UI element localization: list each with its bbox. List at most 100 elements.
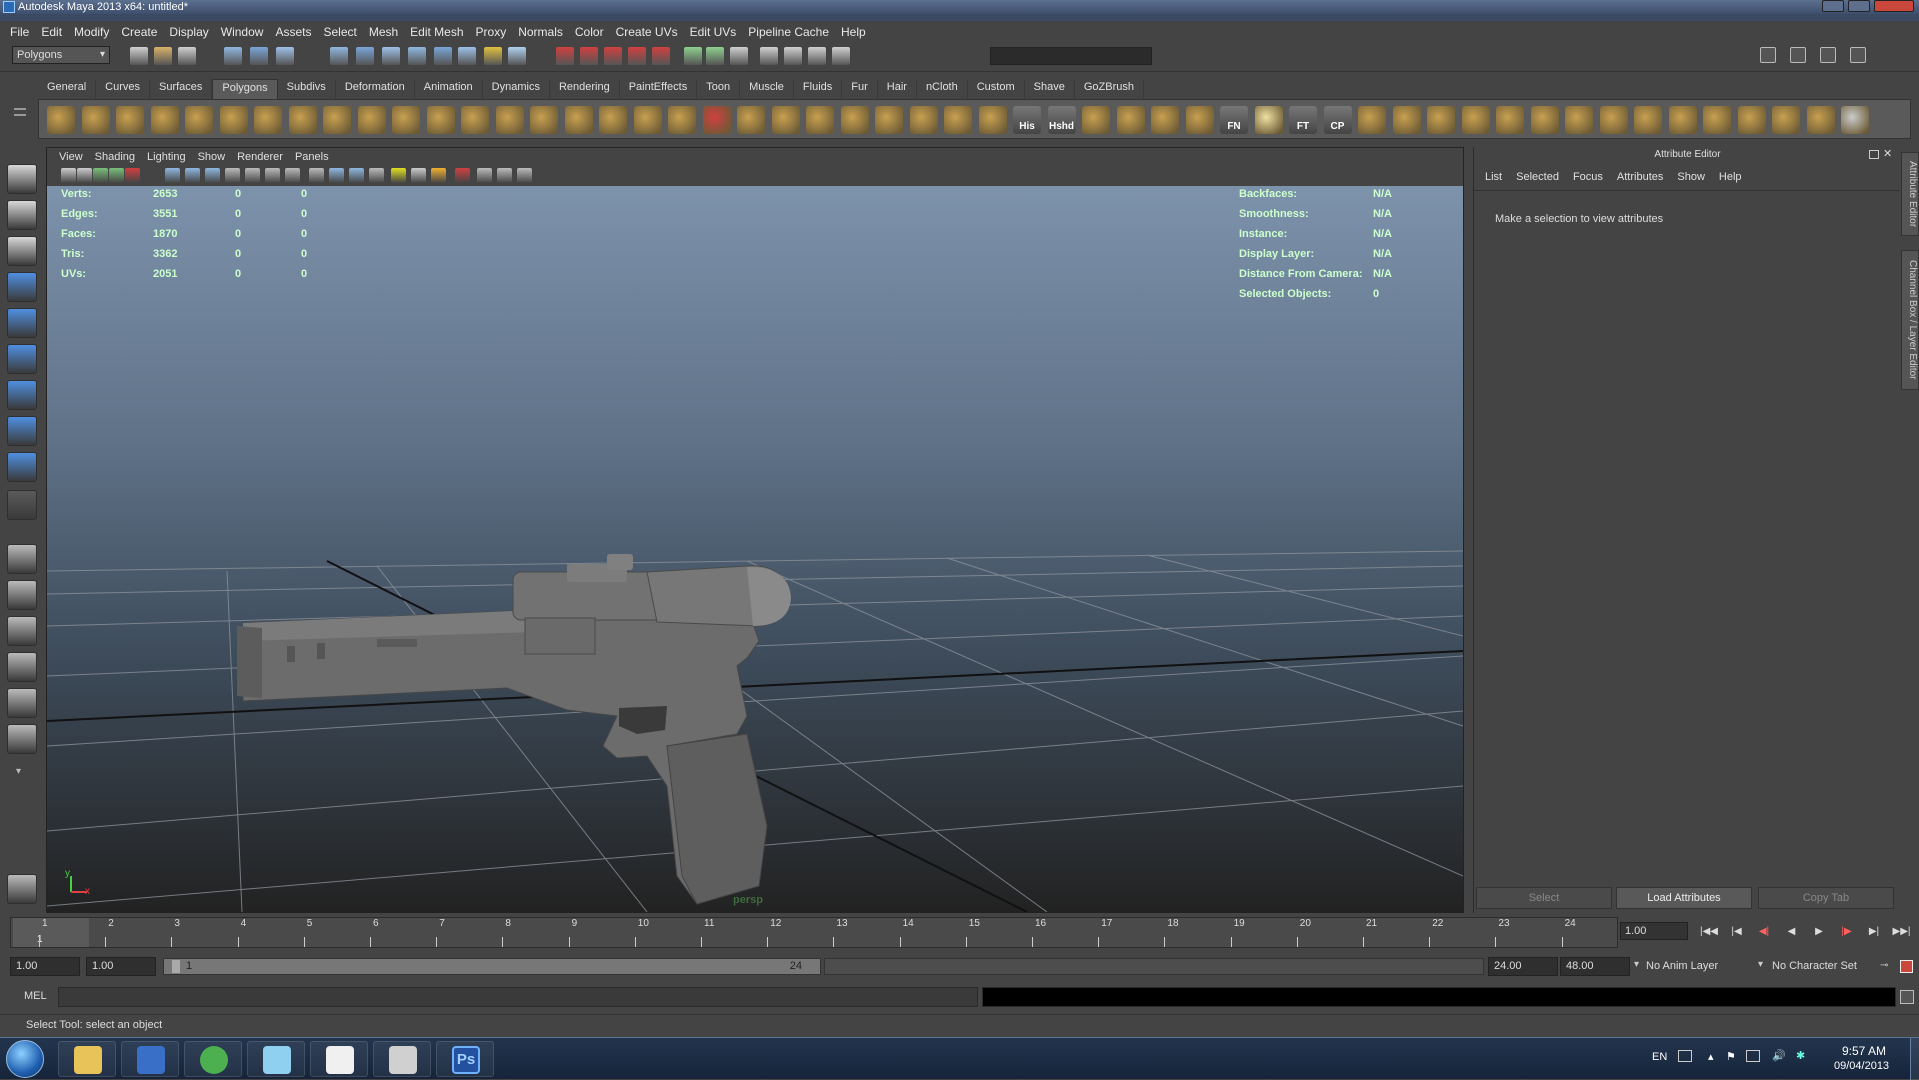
attribute-menu-list[interactable]: List (1478, 171, 1509, 183)
panel-toggle-icon[interactable] (1820, 47, 1836, 63)
viewport-toolbar-icon[interactable] (225, 168, 240, 183)
shelf-tool-icon[interactable] (288, 106, 317, 134)
status-toolbar-icon[interactable] (178, 47, 196, 65)
current-time-marker[interactable]: 1 (13, 918, 89, 947)
time-slider[interactable]: 1 12345678910111213141516171819202122232… (10, 917, 1618, 948)
attribute-menu-attributes[interactable]: Attributes (1610, 171, 1670, 183)
menu-assets[interactable]: Assets (269, 25, 317, 39)
attribute-menu-show[interactable]: Show (1670, 171, 1712, 183)
shelf-tool-icon[interactable] (1496, 106, 1524, 134)
shelf-tab-fur[interactable]: Fur (842, 79, 878, 99)
shelf-tab-hair[interactable]: Hair (878, 79, 917, 99)
menu-edit[interactable]: Edit (35, 25, 68, 39)
status-toolbar-icon[interactable] (330, 47, 348, 65)
shelf-menu-handle[interactable] (8, 78, 30, 138)
shelf-tool-icon[interactable] (47, 106, 75, 134)
menu-select[interactable]: Select (317, 25, 362, 39)
shelf-tab-dynamics[interactable]: Dynamics (483, 79, 550, 99)
single-perspective-layout-icon[interactable] (7, 544, 37, 574)
shelf-tool-icon[interactable]: FN (1220, 106, 1248, 134)
menu-color[interactable]: Color (569, 25, 610, 39)
shelf-tool-icon[interactable] (1358, 106, 1386, 134)
shelf-tool-icon[interactable] (116, 106, 144, 134)
playback-button-icon[interactable]: ◀| (1752, 925, 1776, 939)
viewport-toolbar-icon[interactable] (431, 168, 446, 183)
shelf-tool-icon[interactable] (806, 106, 834, 134)
channel-box-side-tab[interactable]: Channel Box / Layer Editor (1901, 250, 1919, 390)
shelf-tool-icon[interactable] (1254, 106, 1283, 134)
status-toolbar-icon[interactable] (224, 47, 242, 65)
panel-toggle-icon[interactable] (1790, 47, 1806, 63)
shelf-tool-icon[interactable] (633, 106, 662, 134)
viewport-toolbar-icon[interactable] (369, 168, 384, 183)
shelf-tool-icon[interactable] (599, 106, 627, 134)
lasso-tool-icon[interactable] (7, 200, 37, 230)
taskbar-app-messenger[interactable] (247, 1041, 305, 1077)
viewport-menu-show[interactable]: Show (192, 151, 232, 163)
last-tool-icon[interactable] (7, 490, 37, 520)
viewport-toolbar-icon[interactable] (93, 168, 108, 183)
menu-set-dropdown[interactable]: Polygons (12, 46, 110, 64)
character-set-dropdown-icon[interactable]: ▾ (1758, 959, 1763, 970)
shelf-tab-general[interactable]: General (38, 79, 97, 99)
select-button[interactable]: Select (1476, 887, 1612, 909)
soft-mod-icon[interactable] (7, 416, 37, 446)
status-toolbar-icon[interactable] (604, 47, 622, 65)
two-view-layout-icon[interactable] (7, 688, 37, 718)
taskbar-app-photoshop[interactable]: Ps (436, 1041, 494, 1077)
paint-select-tool-icon[interactable] (7, 236, 37, 266)
shelf-tool-icon[interactable] (1772, 106, 1800, 134)
mel-command-input[interactable] (58, 987, 978, 1007)
menu-create[interactable]: Create (115, 25, 163, 39)
viewport-toolbar-icon[interactable] (329, 168, 344, 183)
shelf-tool-icon[interactable] (1634, 106, 1662, 134)
menu-window[interactable]: Window (215, 25, 270, 39)
viewport-toolbar-icon[interactable] (185, 168, 200, 183)
status-toolbar-icon[interactable] (684, 47, 702, 65)
shelf-tool-icon[interactable] (495, 106, 524, 134)
panel-toggle-icon[interactable] (1760, 47, 1776, 63)
shelf-tool-icon[interactable] (150, 106, 179, 134)
status-toolbar-icon[interactable] (382, 47, 400, 65)
menu-create-uvs[interactable]: Create UVs (610, 25, 684, 39)
status-toolbar-icon[interactable] (408, 47, 426, 65)
shelf-tab-gozbrush[interactable]: GoZBrush (1075, 79, 1144, 99)
shelf-tool-icon[interactable] (1703, 106, 1731, 134)
viewport-toolbar-icon[interactable] (349, 168, 364, 183)
shelf-tab-polygons[interactable]: Polygons (212, 79, 278, 99)
attribute-menu-help[interactable]: Help (1712, 171, 1749, 183)
shelf-tool-icon[interactable] (530, 106, 558, 134)
layout-expand-icon[interactable]: ▾ (16, 766, 21, 777)
maximize-button[interactable] (1848, 0, 1870, 12)
shelf-tool-icon[interactable] (219, 106, 248, 134)
move-tool-icon[interactable] (7, 272, 37, 302)
start-orb-icon[interactable] (6, 1040, 44, 1078)
viewport-menu-lighting[interactable]: Lighting (141, 151, 192, 163)
clock-time[interactable]: 9:57 AM (1842, 1044, 1886, 1058)
shelf-tool-icon[interactable] (1599, 106, 1628, 134)
rotate-tool-icon[interactable] (7, 308, 37, 338)
shelf-tool-icon[interactable] (323, 106, 351, 134)
menu-pipeline-cache[interactable]: Pipeline Cache (742, 25, 835, 39)
shelf-tool-icon[interactable] (1841, 106, 1869, 134)
graph-editor-layout-icon[interactable] (7, 652, 37, 682)
attribute-editor-side-tab[interactable]: Attribute Editor (1901, 152, 1919, 236)
quick-input-field[interactable] (990, 47, 1152, 65)
status-toolbar-icon[interactable] (556, 47, 574, 65)
viewport-menu-panels[interactable]: Panels (289, 151, 335, 163)
attribute-menu-selected[interactable]: Selected (1509, 171, 1566, 183)
shelf-tab-toon[interactable]: Toon (697, 79, 741, 99)
perspective-viewport[interactable]: y x Verts: 2653 0 0 Edges: 3551 0 0 Faces: 1870 0 0… (47, 186, 1463, 912)
hypershade-layout-icon[interactable] (7, 724, 37, 754)
shelf-tool-icon[interactable] (771, 106, 800, 134)
range-start-handle[interactable] (172, 960, 180, 973)
copy-tab-button[interactable]: Copy Tab (1758, 887, 1894, 909)
anim-layer-selector[interactable]: No Anim Layer (1646, 957, 1756, 976)
shelf-tool-icon[interactable] (875, 106, 903, 134)
status-toolbar-icon[interactable] (760, 47, 778, 65)
mel-label[interactable]: MEL (24, 990, 47, 1002)
shelf-tool-icon[interactable]: FT (1289, 106, 1317, 134)
shelf-tool-icon[interactable] (426, 106, 455, 134)
taskbar-app-paint[interactable] (310, 1041, 368, 1077)
viewport-toolbar-icon[interactable] (205, 168, 220, 183)
